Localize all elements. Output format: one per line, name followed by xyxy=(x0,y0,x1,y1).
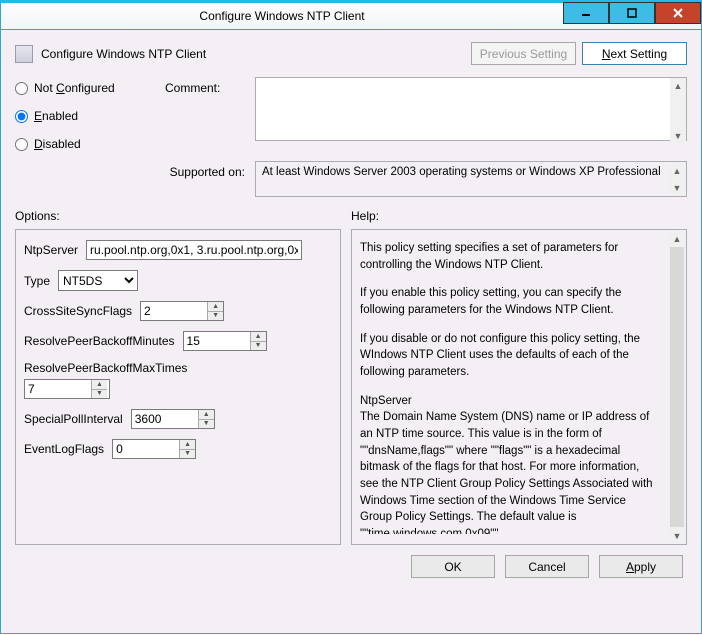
resolvepeerbackoffmaxtimes-spinner[interactable]: ▲▼ xyxy=(24,379,110,399)
resolvepeerbackoffmaxtimes-label: ResolvePeerBackoffMaxTimes xyxy=(24,361,187,375)
footer-buttons: OK Cancel Apply xyxy=(1,545,701,578)
options-panel: NtpServer Type NT5DS CrossSiteSyncFlags … xyxy=(15,229,341,545)
supported-on-label: Supported on: xyxy=(15,161,255,179)
state-radios: Not Configured Enabled Disabled xyxy=(15,77,165,151)
type-select[interactable]: NT5DS xyxy=(58,270,138,291)
crosssitesyncflags-label: CrossSiteSyncFlags xyxy=(24,304,132,318)
comment-label: Comment: xyxy=(165,77,255,153)
radio-not-configured[interactable]: Not Configured xyxy=(15,81,165,95)
window-controls xyxy=(563,3,701,29)
scroll-down-icon[interactable]: ▼ xyxy=(670,128,686,143)
resolvepeerbackoffminutes-spinner[interactable]: ▲▼ xyxy=(183,331,267,351)
header-row: Configure Windows NTP Client Previous Se… xyxy=(1,30,701,73)
ntpserver-input[interactable] xyxy=(86,240,302,260)
spin-up-icon[interactable]: ▲ xyxy=(179,440,195,450)
help-text: This policy setting specifies a set of p… xyxy=(360,240,678,534)
ntpserver-label: NtpServer xyxy=(24,243,78,257)
eventlogflags-input[interactable] xyxy=(113,440,179,458)
policy-caption: Configure Windows NTP Client xyxy=(41,47,465,61)
crosssitesyncflags-spinner[interactable]: ▲▼ xyxy=(140,301,224,321)
close-button[interactable] xyxy=(655,2,701,24)
spin-down-icon[interactable]: ▼ xyxy=(198,420,214,429)
close-icon xyxy=(673,8,683,18)
spin-up-icon[interactable]: ▲ xyxy=(198,410,214,420)
spin-down-icon[interactable]: ▼ xyxy=(179,450,195,459)
next-setting-button[interactable]: Next Setting xyxy=(582,42,687,65)
specialpollinterval-label: SpecialPollInterval xyxy=(24,412,123,426)
spin-down-icon[interactable]: ▼ xyxy=(207,312,223,321)
eventlogflags-spinner[interactable]: ▲▼ xyxy=(112,439,196,459)
radio-not-configured-input[interactable] xyxy=(15,82,28,95)
maximize-button[interactable] xyxy=(609,2,655,24)
type-label: Type xyxy=(24,274,50,288)
ok-button[interactable]: OK xyxy=(411,555,495,578)
spin-up-icon[interactable]: ▲ xyxy=(207,302,223,312)
minimize-icon xyxy=(581,8,591,18)
spin-up-icon[interactable]: ▲ xyxy=(250,332,266,342)
policy-icon xyxy=(15,45,33,63)
client-area: Configure Windows NTP Client Previous Se… xyxy=(0,30,702,634)
supported-on-text: At least Windows Server 2003 operating s… xyxy=(262,166,661,178)
help-panel: This policy setting specifies a set of p… xyxy=(351,229,687,545)
window-title: Configure Windows NTP Client xyxy=(1,9,563,23)
minimize-button[interactable] xyxy=(563,2,609,24)
spin-up-icon[interactable]: ▲ xyxy=(91,380,107,390)
crosssitesyncflags-input[interactable] xyxy=(141,302,207,320)
spin-down-icon[interactable]: ▼ xyxy=(250,342,266,351)
help-scrollbar[interactable]: ▲ ▼ xyxy=(669,231,685,543)
scroll-up-icon[interactable]: ▲ xyxy=(669,231,685,246)
title-bar: Configure Windows NTP Client xyxy=(0,0,702,30)
apply-button[interactable]: Apply xyxy=(599,555,683,578)
scroll-up-icon[interactable]: ▲ xyxy=(669,163,685,178)
maximize-icon xyxy=(627,8,637,18)
resolvepeerbackoffmaxtimes-input[interactable] xyxy=(25,380,91,398)
scroll-down-icon[interactable]: ▼ xyxy=(669,528,685,543)
radio-disabled[interactable]: Disabled xyxy=(15,137,165,151)
previous-setting-button: Previous Setting xyxy=(471,42,576,65)
options-label: Options: xyxy=(15,207,341,229)
scroll-up-icon[interactable]: ▲ xyxy=(670,78,686,93)
specialpollinterval-input[interactable] xyxy=(132,410,198,428)
comment-textarea[interactable] xyxy=(255,77,687,141)
comment-scrollbar[interactable]: ▲ ▼ xyxy=(670,78,686,143)
supported-on-box: At least Windows Server 2003 operating s… xyxy=(255,161,687,197)
help-label: Help: xyxy=(351,207,687,229)
resolvepeerbackoffminutes-label: ResolvePeerBackoffMinutes xyxy=(24,334,175,348)
spin-down-icon[interactable]: ▼ xyxy=(91,390,107,399)
radio-disabled-input[interactable] xyxy=(15,138,28,151)
cancel-button[interactable]: Cancel xyxy=(505,555,589,578)
scroll-thumb[interactable] xyxy=(670,247,684,527)
radio-enabled[interactable]: Enabled xyxy=(15,109,165,123)
resolvepeerbackoffminutes-input[interactable] xyxy=(184,332,250,350)
supported-scrollbar[interactable]: ▲ ▼ xyxy=(669,163,685,195)
scroll-down-icon[interactable]: ▼ xyxy=(669,180,685,195)
specialpollinterval-spinner[interactable]: ▲▼ xyxy=(131,409,215,429)
eventlogflags-label: EventLogFlags xyxy=(24,442,104,456)
radio-enabled-input[interactable] xyxy=(15,110,28,123)
